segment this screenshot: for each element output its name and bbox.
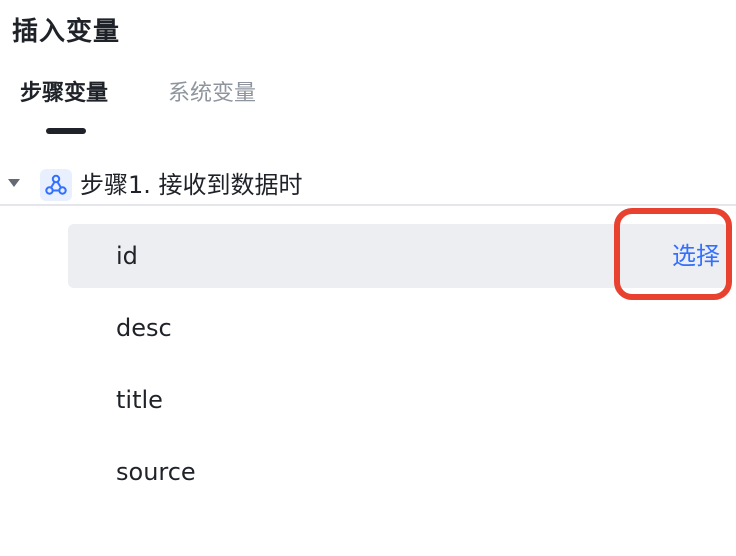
active-tab-indicator (46, 128, 86, 134)
variable-item-title[interactable]: title (68, 368, 728, 432)
step-node-label: 步骤1. 接收到数据时 (80, 171, 303, 199)
variable-item-source[interactable]: source (68, 440, 728, 504)
variable-list: id 选择 desc title source (68, 224, 736, 512)
variable-name: desc (116, 314, 172, 342)
step-node[interactable]: 步骤1. 接收到数据时 (0, 162, 736, 208)
webhook-icon (40, 169, 72, 201)
tab-system-variables[interactable]: 系统变量 (168, 76, 256, 112)
select-button[interactable]: 选择 (672, 237, 720, 275)
panel-title: 插入变量 (12, 17, 121, 47)
tab-step-variables[interactable]: 步骤变量 (20, 76, 108, 112)
variable-name: id (116, 242, 138, 270)
variable-name: source (116, 458, 196, 486)
insert-variable-panel: 插入变量 步骤变量 系统变量 步骤1. 接收到数据时 id 选择 desc ti… (0, 0, 736, 556)
caret-down-icon[interactable] (8, 179, 20, 187)
variable-name: title (116, 386, 163, 414)
variable-item-id[interactable]: id 选择 (68, 224, 728, 288)
variable-item-desc[interactable]: desc (68, 296, 728, 360)
variable-tabs: 步骤变量 系统变量 (0, 70, 736, 206)
